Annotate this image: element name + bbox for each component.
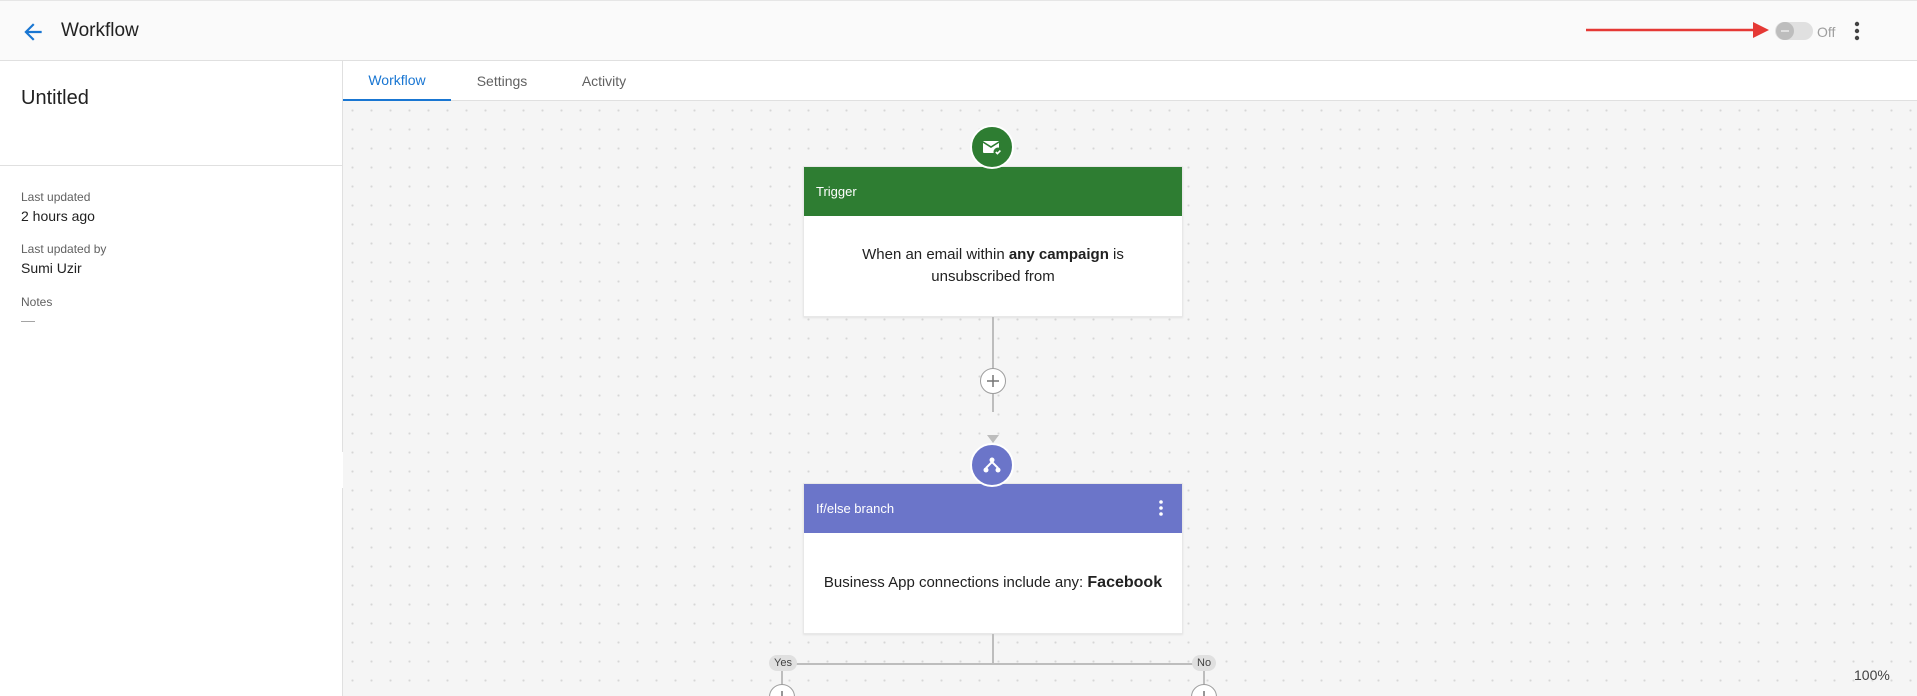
toggle-knob	[1776, 22, 1794, 40]
tab-workflow[interactable]: Workflow	[343, 61, 451, 101]
more-vertical-icon	[1854, 21, 1860, 41]
trigger-text-prefix: When an email within	[862, 246, 1009, 263]
add-yes-step-button[interactable]	[769, 684, 795, 696]
toggle-status-label: Off	[1817, 24, 1836, 40]
email-check-icon	[982, 141, 1003, 157]
branch-text-bold: Facebook	[1087, 574, 1163, 591]
connector-line	[992, 317, 994, 412]
arrow-down-icon	[987, 435, 999, 443]
tab-activity[interactable]: Activity	[553, 61, 655, 101]
branch-icon-badge	[970, 443, 1014, 487]
branch-text-prefix: Business App connections include any:	[823, 574, 1088, 591]
last-updated-by-value: Sumi Uzir	[21, 260, 82, 276]
divider	[0, 165, 342, 166]
if-else-branch-node[interactable]: If/else branch Business App connections …	[803, 483, 1183, 634]
trigger-icon-badge	[970, 125, 1014, 169]
branch-node-body: Business App connections include any: Fa…	[804, 572, 1182, 594]
zoom-level: 100%	[1854, 667, 1890, 683]
no-branch-line	[1203, 671, 1205, 685]
workflow-status-toggle[interactable]	[1775, 22, 1813, 40]
branch-node-more-button[interactable]	[1156, 498, 1166, 518]
branch-connector-line	[992, 634, 994, 664]
trigger-text-bold: any campaign	[1008, 246, 1109, 263]
trigger-node-body: When an email within any campaign is uns…	[804, 244, 1182, 288]
branch-horizontal-line	[781, 663, 1205, 665]
notes-label: Notes	[21, 295, 53, 309]
yes-branch-line	[781, 671, 783, 685]
branch-icon	[983, 457, 1001, 473]
workflow-details-sidebar: Untitled Last updated 2 hours ago Last u…	[0, 61, 343, 696]
page-title: Workflow	[61, 20, 139, 41]
tab-settings[interactable]: Settings	[451, 61, 553, 101]
workflow-name: Untitled	[21, 87, 89, 109]
arrow-left-icon	[24, 23, 42, 41]
notes-value: —	[21, 312, 35, 328]
tab-bar: Workflow Settings Activity	[343, 61, 1917, 101]
trigger-node-header: Trigger	[804, 167, 1182, 216]
trigger-node[interactable]: Trigger When an email within any campaig…	[803, 166, 1183, 317]
plus-icon	[781, 691, 783, 696]
add-no-step-button[interactable]	[1191, 684, 1217, 696]
back-button[interactable]	[20, 19, 46, 45]
top-bar: Workflow Off	[0, 0, 1917, 61]
plus-icon	[1203, 691, 1205, 696]
branch-node-header: If/else branch	[804, 484, 1182, 533]
more-options-button[interactable]	[1847, 19, 1867, 43]
last-updated-label: Last updated	[21, 190, 91, 204]
last-updated-by-label: Last updated by	[21, 242, 107, 256]
plus-icon	[987, 375, 999, 387]
no-branch-label: No	[1192, 655, 1217, 671]
annotation-arrow-icon	[1586, 22, 1769, 38]
more-vertical-icon	[1159, 500, 1163, 516]
yes-branch-label: Yes	[769, 655, 797, 671]
add-step-button[interactable]	[980, 368, 1006, 394]
last-updated-value: 2 hours ago	[21, 208, 95, 224]
workflow-canvas[interactable]: Trigger When an email within any campaig…	[343, 101, 1917, 696]
